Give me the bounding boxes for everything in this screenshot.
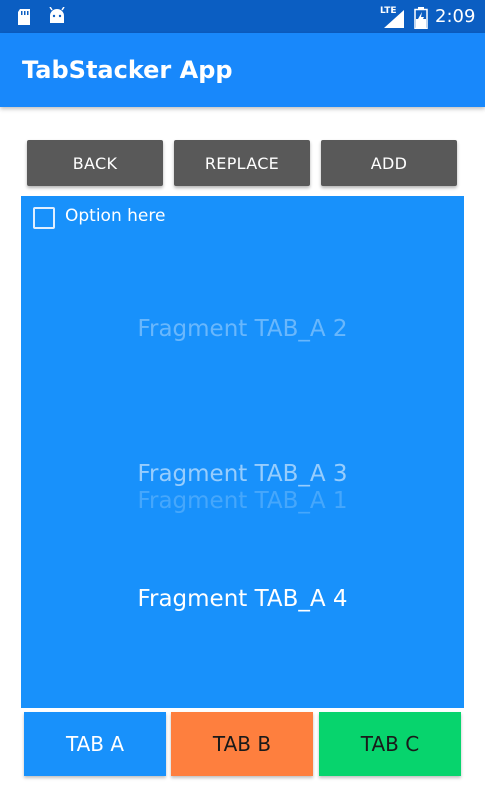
fragment-label: Fragment TAB_A 1 <box>137 488 348 514</box>
tab-a[interactable]: TAB A <box>24 712 166 776</box>
option-checkbox-label[interactable]: Option here <box>65 206 165 226</box>
back-button[interactable]: BACK <box>27 140 163 186</box>
replace-button[interactable]: REPLACE <box>174 140 310 186</box>
app-bar: TabStacker App <box>0 33 485 107</box>
sd-card-icon <box>18 9 30 25</box>
fragment-label: Fragment TAB_A 2 <box>137 316 348 342</box>
tab-b[interactable]: TAB B <box>171 712 313 776</box>
clock: 2:09 <box>435 6 476 27</box>
app-title: TabStacker App <box>22 56 233 84</box>
battery-charging-icon <box>414 7 428 29</box>
tab-c[interactable]: TAB C <box>319 712 461 776</box>
fragment-label: Fragment TAB_A 3 <box>137 461 348 487</box>
option-checkbox[interactable] <box>33 207 55 229</box>
signal-icon <box>384 10 404 28</box>
android-icon <box>49 7 65 23</box>
fragment-container: Option here Fragment TAB_A 2 Fragment TA… <box>21 196 464 708</box>
status-bar: LTE 2:09 <box>0 0 485 33</box>
add-button[interactable]: ADD <box>321 140 457 186</box>
fragment-label-current: Fragment TAB_A 4 <box>137 586 348 612</box>
